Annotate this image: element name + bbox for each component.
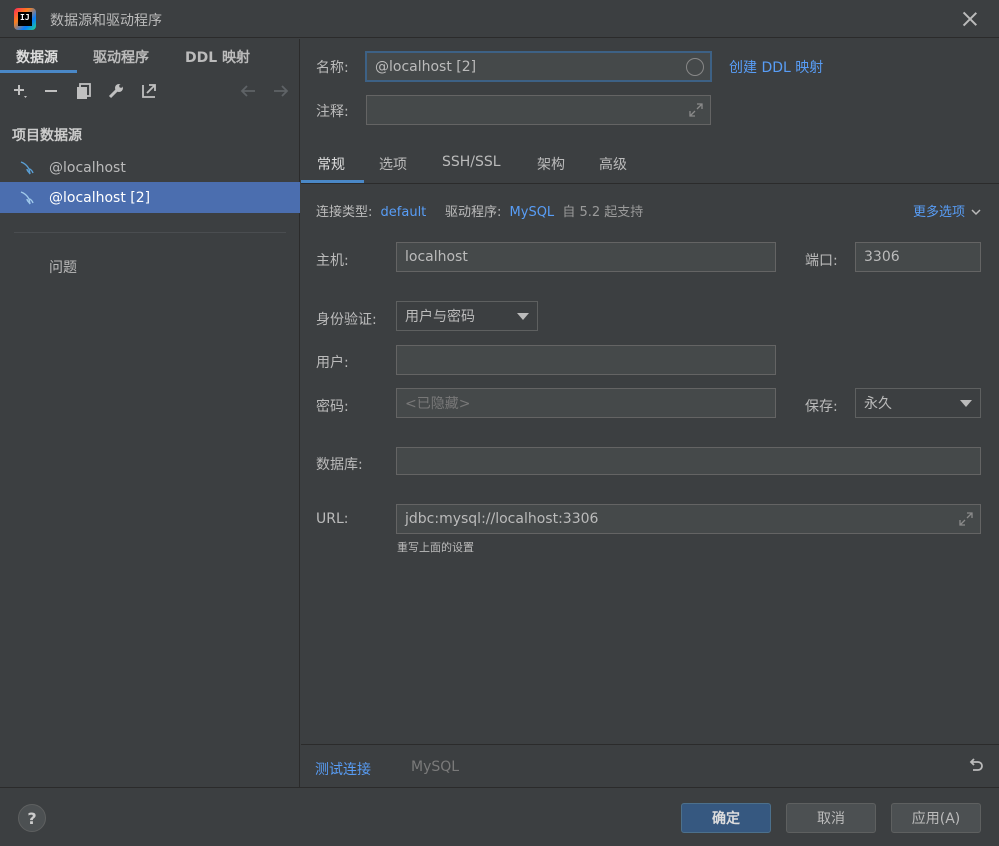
add-icon[interactable]	[8, 79, 32, 103]
connection-type-link[interactable]: default	[381, 205, 427, 220]
driver-name-label: MySQL	[411, 759, 460, 775]
url-label: URL:	[316, 511, 349, 527]
auth-select[interactable]: 用户与密码	[396, 301, 538, 331]
driver-label: 驱动程序:	[445, 205, 502, 220]
undo-icon[interactable]	[967, 757, 985, 775]
sidebar-divider	[14, 232, 286, 233]
host-label: 主机:	[316, 253, 349, 269]
expand-icon[interactable]	[688, 102, 704, 118]
help-button[interactable]: ?	[18, 804, 46, 832]
save-label: 保存:	[805, 399, 838, 415]
name-input[interactable]: @localhost [2]	[365, 51, 712, 82]
connection-type-label: 连接类型:	[316, 205, 373, 220]
apply-button[interactable]: 应用(A)	[891, 803, 981, 833]
intellij-app-icon: IJ	[14, 8, 36, 30]
window-title: 数据源和驱动程序	[50, 13, 162, 29]
host-value: localhost	[405, 249, 468, 265]
problems-item[interactable]: 问题	[49, 257, 77, 277]
port-value: 3306	[864, 249, 900, 265]
user-input[interactable]	[396, 345, 776, 375]
host-input[interactable]: localhost	[396, 242, 776, 272]
create-ddl-mapping-link[interactable]: 创建 DDL 映射	[729, 57, 823, 77]
mysql-dolphin-icon	[20, 190, 34, 204]
more-options-link[interactable]: 更多选项	[913, 201, 981, 220]
forward-arrow-icon[interactable]	[269, 79, 293, 103]
save-value: 永久	[864, 396, 892, 412]
chevron-down-icon	[971, 209, 981, 216]
bottom-bar: 测试连接 MySQL	[301, 744, 999, 787]
connection-type-row: 连接类型: default	[316, 201, 426, 220]
close-icon[interactable]	[959, 8, 981, 30]
database-input[interactable]	[396, 447, 981, 475]
url-note: 重写上面的设置	[397, 541, 474, 554]
url-input[interactable]: jdbc:mysql://localhost:3306	[396, 504, 981, 534]
tab-options[interactable]: 选项	[379, 154, 407, 174]
copy-icon[interactable]	[72, 79, 96, 103]
more-options-label: 更多选项	[913, 205, 966, 220]
sidebar: 数据源 驱动程序 DDL 映射 项目数据源 @localhost @localh…	[0, 39, 300, 787]
expand-icon[interactable]	[958, 511, 974, 527]
driver-note: 自 5.2 起支持	[562, 205, 644, 220]
sidebar-toolbar	[0, 79, 300, 105]
port-input[interactable]: 3306	[855, 242, 981, 272]
save-select[interactable]: 永久	[855, 388, 981, 418]
tab-ddl-mappings[interactable]: DDL 映射	[185, 47, 250, 67]
auth-label: 身份验证:	[316, 312, 377, 328]
tab-drivers[interactable]: 驱动程序	[93, 47, 149, 67]
wrench-icon[interactable]	[104, 79, 128, 103]
password-input[interactable]: <已隐藏>	[396, 388, 776, 418]
title-bar: IJ 数据源和驱动程序	[0, 0, 999, 38]
driver-link[interactable]: MySQL	[510, 205, 555, 220]
name-value: @localhost [2]	[375, 58, 477, 75]
external-link-icon[interactable]	[137, 79, 161, 103]
test-connection-link[interactable]: 测试连接	[315, 759, 371, 779]
url-value: jdbc:mysql://localhost:3306	[405, 511, 599, 527]
ok-button[interactable]: 确定	[681, 803, 771, 833]
dialog-footer: ? 确定 取消 应用(A)	[0, 787, 999, 846]
tab-ssh-ssl[interactable]: SSH/SSL	[442, 154, 501, 170]
active-tab-indicator	[301, 180, 364, 183]
tab-data-sources[interactable]: 数据源	[16, 47, 58, 67]
database-label: 数据库:	[316, 457, 363, 473]
tab-schemas[interactable]: 架构	[537, 154, 565, 174]
name-label: 名称:	[316, 60, 349, 76]
comment-input[interactable]	[366, 95, 711, 125]
dropdown-caret-icon	[517, 313, 529, 320]
back-arrow-icon[interactable]	[236, 79, 260, 103]
sidebar-tabs: 数据源 驱动程序 DDL 映射	[0, 39, 300, 75]
mysql-dolphin-icon	[20, 160, 34, 174]
datasource-label: @localhost [2]	[49, 189, 151, 206]
password-placeholder: <已隐藏>	[405, 396, 471, 412]
port-label: 端口:	[805, 253, 838, 269]
dropdown-caret-icon	[960, 400, 972, 407]
tab-advanced[interactable]: 高级	[599, 154, 627, 174]
active-tab-indicator	[0, 70, 77, 73]
main-panel: 名称: @localhost [2] 创建 DDL 映射 注释: 常规 选项 S…	[301, 39, 999, 787]
datasource-item[interactable]: @localhost	[0, 152, 300, 183]
remove-icon[interactable]	[39, 79, 63, 103]
password-label: 密码:	[316, 399, 349, 415]
auth-value: 用户与密码	[405, 309, 475, 325]
datasource-label: @localhost	[49, 159, 126, 176]
cancel-button[interactable]: 取消	[786, 803, 876, 833]
project-data-sources-header: 项目数据源	[12, 128, 82, 144]
user-label: 用户:	[316, 355, 349, 371]
tab-general[interactable]: 常规	[317, 154, 345, 174]
color-circle-icon[interactable]	[686, 58, 704, 76]
comment-label: 注释:	[316, 104, 349, 120]
datasource-item-selected[interactable]: @localhost [2]	[0, 182, 300, 213]
driver-row: 驱动程序: MySQL 自 5.2 起支持	[445, 201, 643, 220]
settings-tabs: 常规 选项 SSH/SSL 架构 高级	[301, 146, 999, 184]
